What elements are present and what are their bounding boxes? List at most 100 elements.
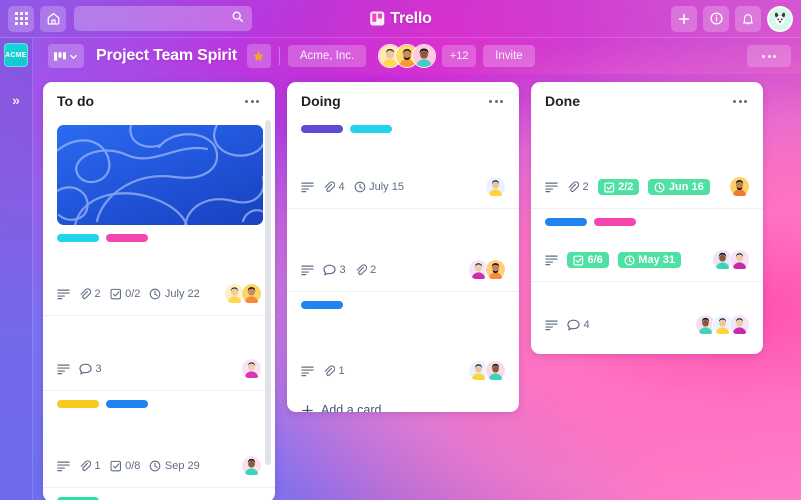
avatar[interactable] xyxy=(485,259,507,281)
due-date-badge: July 15 xyxy=(354,181,404,193)
avatar[interactable] xyxy=(241,455,263,477)
avatar[interactable] xyxy=(485,360,507,382)
comment-count: 4 xyxy=(583,319,590,331)
description-icon xyxy=(57,363,70,375)
search-input[interactable] xyxy=(74,6,252,31)
card-members xyxy=(695,314,751,336)
attachment-badge: 1 xyxy=(323,365,345,377)
description-icon xyxy=(545,319,558,331)
star-icon[interactable] xyxy=(246,44,271,68)
due-date-text: Jun 16 xyxy=(668,181,704,193)
attachment-badge: 2 xyxy=(567,181,589,193)
attachment-count: 1 xyxy=(338,365,345,377)
left-sidebar: ACME » xyxy=(0,38,33,500)
board-view-switcher[interactable] xyxy=(48,44,84,68)
label-chip xyxy=(106,400,148,408)
workspace-badge[interactable]: Acme, Inc. xyxy=(287,45,367,67)
description-icon xyxy=(301,264,314,276)
checklist-badge: 0/8 xyxy=(110,460,141,472)
label-chip xyxy=(301,301,343,309)
apps-grid-icon[interactable] xyxy=(8,5,34,32)
card-members xyxy=(729,176,751,198)
card-container: 4 July 15 3 2 1 xyxy=(287,116,519,392)
list-title: To do xyxy=(57,93,95,109)
card[interactable]: 2 2/2 Jun 16 xyxy=(531,116,763,209)
add-card-button-doing[interactable]: Add a card xyxy=(287,392,519,412)
card-container: 2 2/2 Jun 16 6/6 May 31 4 xyxy=(531,116,763,346)
list-title: Doing xyxy=(301,93,341,109)
attachment-count: 4 xyxy=(338,181,345,193)
double-chevron-right-icon[interactable]: » xyxy=(12,93,20,107)
description-icon xyxy=(57,288,70,300)
board-members: +12 Invite xyxy=(378,44,535,68)
card-labels xyxy=(301,301,507,309)
home-icon[interactable] xyxy=(40,5,66,32)
card-badges: 4 July 15 xyxy=(301,175,507,199)
card[interactable]: 2 0/2 July 22 xyxy=(43,116,275,316)
card-members xyxy=(241,358,263,380)
list-to-do: To do 2 0/2 July 22 3 1 0/8 Sep 29 xyxy=(43,82,275,500)
card-members xyxy=(468,259,507,281)
list-menu-icon[interactable] xyxy=(729,96,751,107)
trello-brand: Trello xyxy=(369,9,432,28)
card[interactable]: 4 xyxy=(531,282,763,346)
card-badges: 2 2/2 Jun 16 xyxy=(545,175,751,199)
card-badges: 4 xyxy=(545,313,751,337)
board-view-icon xyxy=(54,51,66,61)
card-badges: 3 xyxy=(57,357,263,381)
attachment-count: 2 xyxy=(94,288,101,300)
avatar[interactable] xyxy=(412,44,437,68)
board-header-bar: Project Team Spirit Acme, Inc. +12 Invit… xyxy=(0,38,801,74)
comment-count: 3 xyxy=(339,264,346,276)
checklist-badge-complete: 2/2 xyxy=(597,179,640,195)
list-title: Done xyxy=(545,93,580,109)
card[interactable]: 1 xyxy=(287,292,519,392)
members-overflow-badge[interactable]: +12 xyxy=(442,45,477,67)
card-badges: 6/6 May 31 xyxy=(545,248,751,272)
due-date-text: July 22 xyxy=(164,288,200,300)
avatar[interactable] xyxy=(241,358,263,380)
attachment-count: 2 xyxy=(370,264,377,276)
card-badges: 1 xyxy=(301,359,507,383)
card-cover-image xyxy=(57,125,263,225)
brand-label: Trello xyxy=(390,9,432,27)
label-chip xyxy=(57,400,99,408)
label-chip xyxy=(106,234,148,242)
list-doing: Doing 4 July 15 3 2 1 Add a card xyxy=(287,82,519,412)
avatar[interactable] xyxy=(729,176,751,198)
avatar[interactable] xyxy=(729,249,751,271)
add-card-button-done[interactable]: Add a card xyxy=(531,346,763,354)
search-field-wrapper[interactable] xyxy=(72,6,252,31)
card[interactable]: 1 0/8 Sep 29 xyxy=(43,391,275,488)
card[interactable] xyxy=(43,488,275,500)
description-icon xyxy=(545,181,558,193)
info-icon[interactable] xyxy=(703,5,729,32)
checklist-count: 0/2 xyxy=(125,288,141,300)
description-icon xyxy=(301,181,314,193)
card[interactable]: 3 2 xyxy=(287,209,519,292)
list-menu-icon[interactable] xyxy=(485,96,507,107)
board-menu-icon[interactable] xyxy=(747,45,791,67)
list-scrollbar[interactable] xyxy=(265,120,271,465)
attachment-badge: 1 xyxy=(79,460,101,472)
user-avatar[interactable] xyxy=(767,5,793,32)
avatar[interactable] xyxy=(485,176,507,198)
bell-icon[interactable] xyxy=(735,5,761,32)
list-done: Done 2 2/2 Jun 16 6/6 May 31 4 xyxy=(531,82,763,354)
card[interactable]: 3 xyxy=(43,316,275,391)
card[interactable]: 6/6 May 31 xyxy=(531,209,763,282)
board-canvas: To do 2 0/2 July 22 3 1 0/8 Sep 29 Doing… xyxy=(33,74,801,500)
add-card-label: Add a card xyxy=(321,403,382,412)
workspace-logo[interactable]: ACME xyxy=(4,43,28,67)
plus-icon[interactable] xyxy=(671,5,697,32)
list-menu-icon[interactable] xyxy=(241,96,263,107)
label-chip xyxy=(350,125,392,133)
card[interactable]: 4 July 15 xyxy=(287,116,519,209)
avatar[interactable] xyxy=(241,283,263,305)
card-labels xyxy=(545,218,751,226)
avatar[interactable] xyxy=(729,314,751,336)
due-date-badge: July 22 xyxy=(149,288,200,300)
card-title-area xyxy=(57,252,263,280)
checklist-count: 0/8 xyxy=(125,460,141,472)
invite-button[interactable]: Invite xyxy=(483,45,535,67)
